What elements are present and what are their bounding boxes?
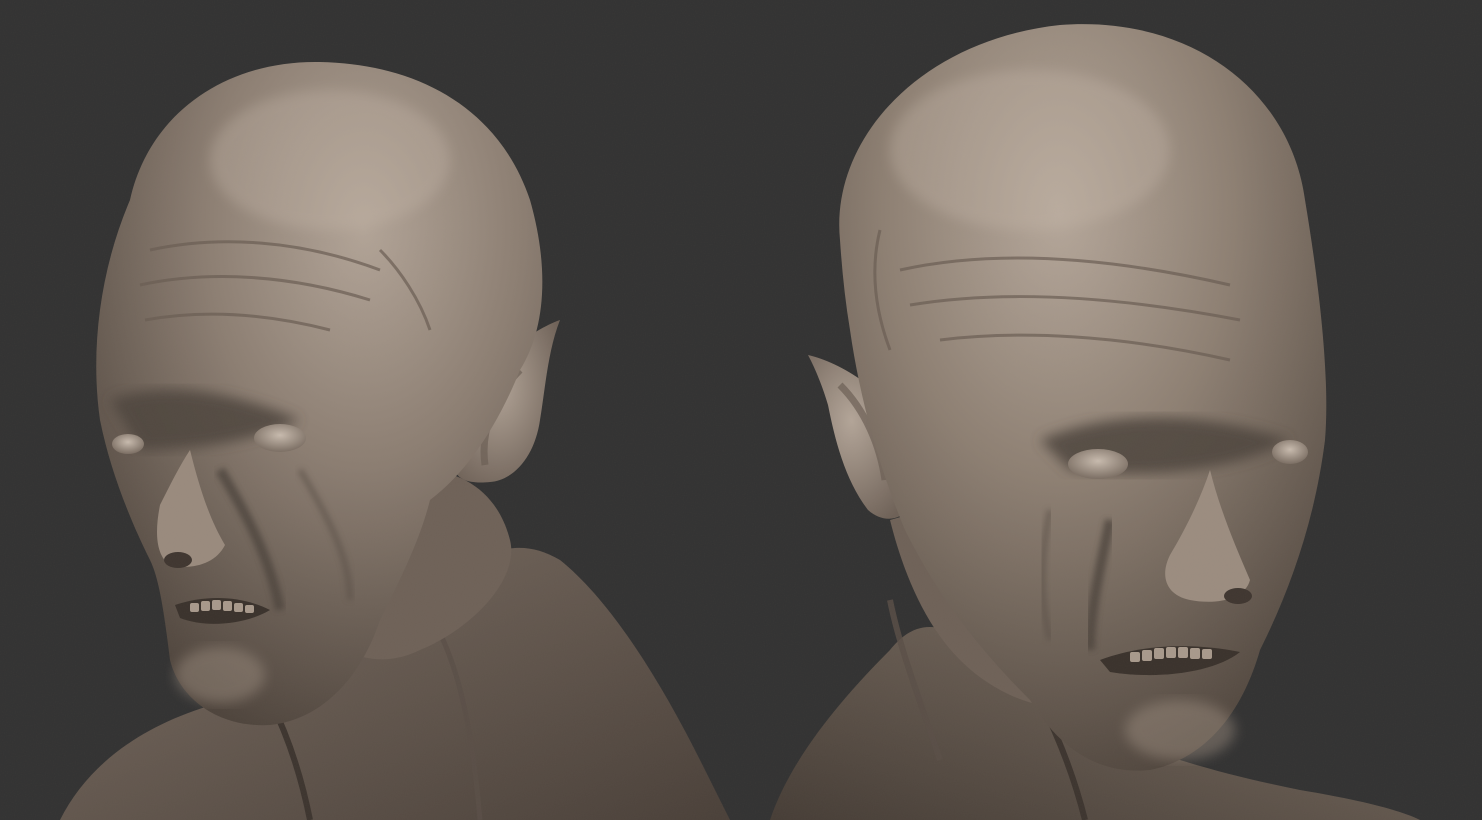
- sculpt-viewport: [0, 0, 1482, 820]
- sculpt-render: [0, 0, 1482, 820]
